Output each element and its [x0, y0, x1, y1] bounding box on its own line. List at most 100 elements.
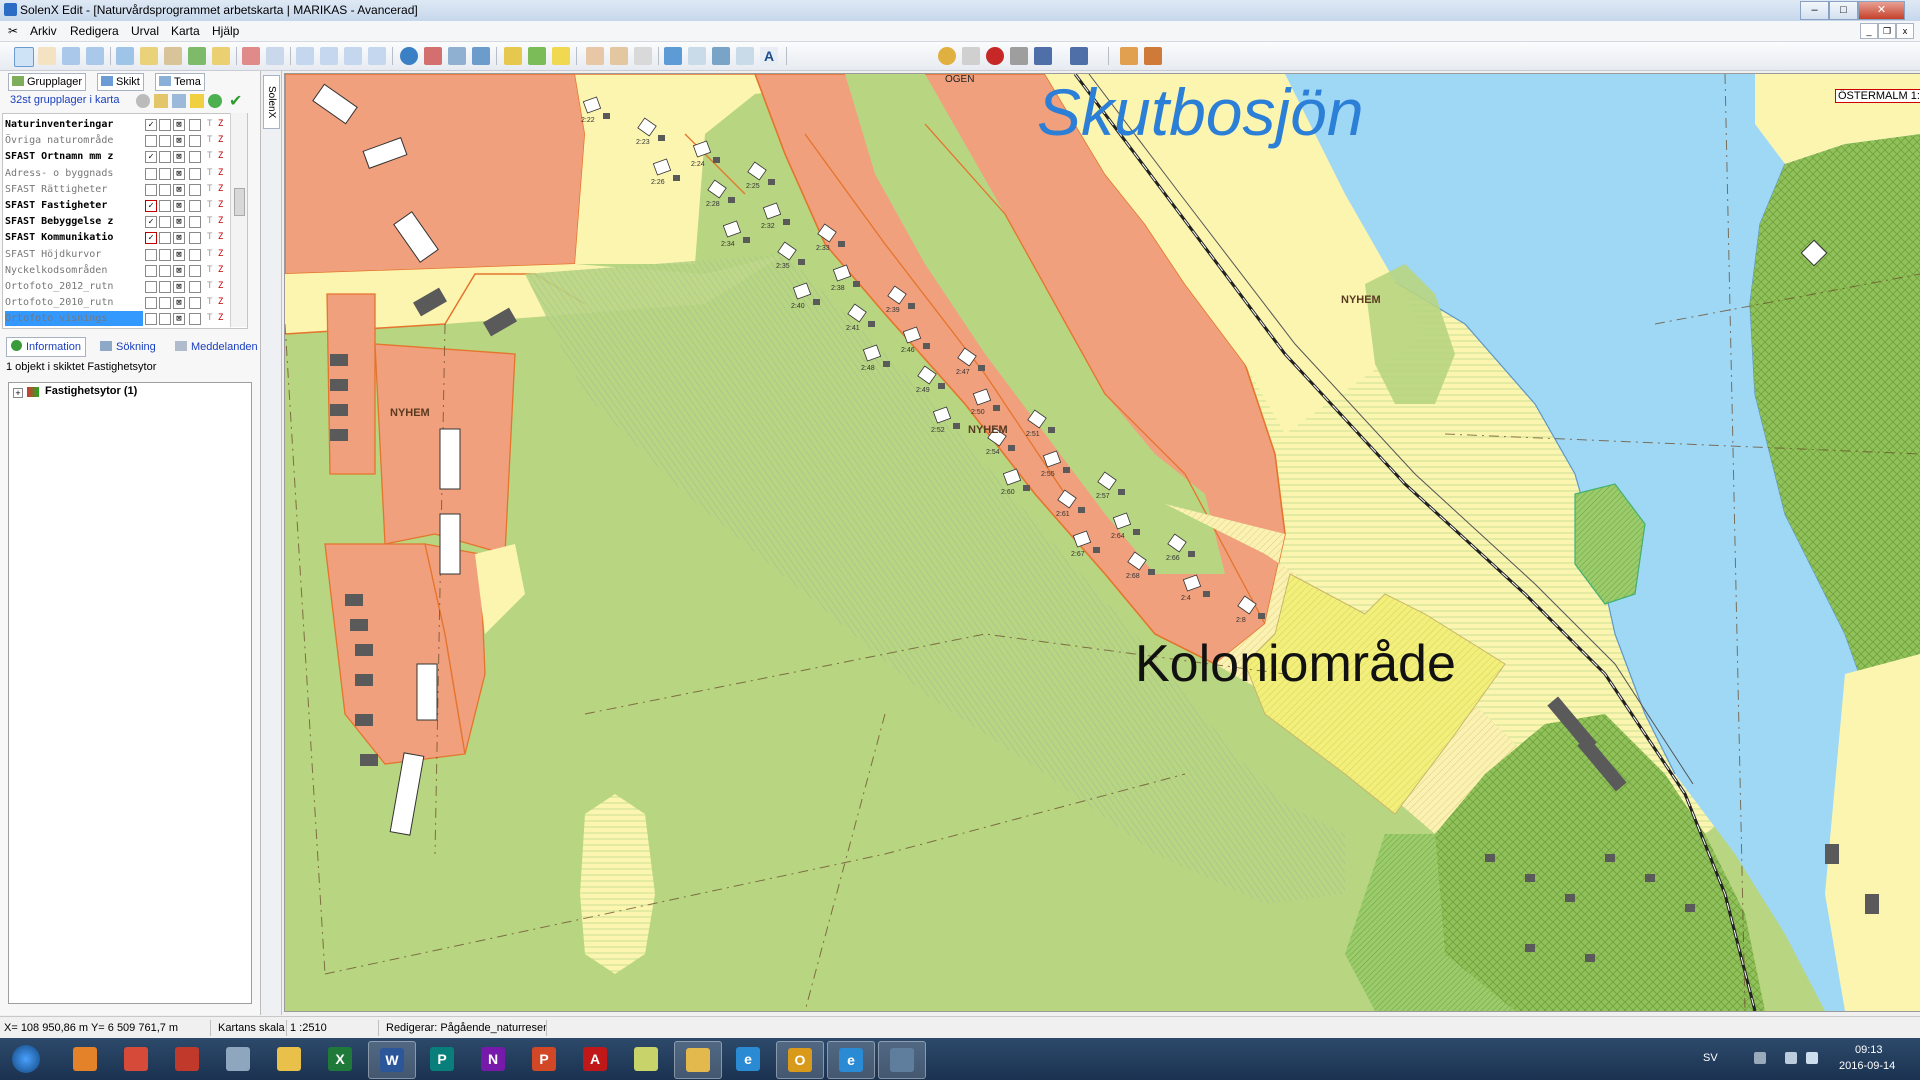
volume-icon[interactable] — [1806, 1052, 1818, 1064]
zoom-in-icon[interactable] — [62, 47, 80, 65]
option-checkbox[interactable] — [159, 216, 171, 229]
map-canvas[interactable]: Skutbosjön Koloniområde NYHEM NYHEM NYHE… — [284, 73, 1920, 1012]
lock-checkbox[interactable]: ⊠ — [173, 151, 185, 164]
lightning-filter-icon[interactable] — [190, 94, 204, 108]
taskbar-paint[interactable] — [266, 1041, 312, 1077]
layer-style-icon[interactable] — [938, 47, 956, 65]
option-checkbox[interactable] — [189, 119, 201, 131]
menu-karta[interactable]: Karta — [171, 24, 200, 38]
select-polygon-icon[interactable] — [320, 47, 338, 65]
fill-dropdown-icon[interactable] — [1034, 47, 1052, 65]
taskbar-internet-explorer[interactable]: e — [725, 1041, 771, 1077]
minimize-button[interactable]: – — [1800, 1, 1829, 20]
layer-row[interactable]: Ortofoto_2012_rutn ⊠ T Z — [3, 279, 247, 294]
option-checkbox[interactable] — [189, 232, 201, 245]
stop-icon[interactable] — [242, 47, 260, 65]
ruler-icon[interactable] — [140, 47, 158, 65]
layer-row[interactable]: Ortofoto visnings ⊠ T Z — [3, 311, 247, 327]
link-icon[interactable] — [448, 47, 466, 65]
menu-redigera[interactable]: Redigera — [70, 24, 119, 38]
edit-pencil-icon[interactable] — [504, 47, 522, 65]
taskbar-onenote[interactable]: N — [470, 1041, 516, 1077]
visible-checkbox[interactable] — [145, 297, 157, 310]
menu-hjalp[interactable]: Hjälp — [212, 24, 239, 38]
lock-checkbox[interactable]: ⊠ — [173, 248, 185, 261]
visible-checkbox[interactable] — [145, 135, 157, 148]
option-checkbox[interactable] — [159, 281, 171, 293]
lock-checkbox[interactable]: ⊠ — [173, 216, 185, 229]
taskbar-media-player[interactable] — [62, 1041, 108, 1077]
layer-row[interactable]: Övriga naturområde ⊠ T Z — [3, 133, 247, 148]
option-checkbox[interactable] — [189, 183, 201, 196]
route-icon[interactable] — [424, 47, 442, 65]
clock-date[interactable]: 2016-09-14 — [1839, 1060, 1895, 1072]
mdi-minimize-button[interactable]: _ — [1860, 23, 1878, 39]
language-indicator[interactable]: SV — [1703, 1052, 1718, 1064]
option-checkbox[interactable] — [159, 313, 171, 326]
visible-checkbox[interactable] — [145, 281, 157, 293]
node-edit-icon[interactable] — [586, 47, 604, 65]
lock-checkbox[interactable]: ⊠ — [173, 281, 185, 293]
option-checkbox[interactable] — [189, 297, 201, 310]
tab-skikt[interactable]: Skikt — [97, 73, 144, 91]
select-circle-icon[interactable] — [344, 47, 362, 65]
mdi-close-button[interactable]: x — [1896, 23, 1914, 39]
taskbar-powerpoint[interactable]: P — [521, 1041, 567, 1077]
delete-icon[interactable] — [1010, 47, 1028, 65]
eye-icon[interactable] — [136, 94, 150, 108]
taskbar-internet-explorer-2[interactable]: e — [827, 1041, 875, 1079]
taskbar-file-explorer[interactable] — [674, 1041, 722, 1079]
visible-checkbox[interactable]: ✓ — [145, 216, 157, 229]
option-checkbox[interactable] — [189, 281, 201, 293]
start-button[interactable] — [4, 1041, 48, 1077]
lock-checkbox[interactable]: ⊠ — [173, 232, 185, 245]
close-button[interactable]: ✕ — [1858, 1, 1905, 20]
option-checkbox[interactable] — [159, 248, 171, 261]
layer-row[interactable]: Adress- o byggnads ⊠ T Z — [3, 166, 247, 181]
layer-list-scrollbar[interactable] — [230, 113, 247, 327]
option-checkbox[interactable] — [189, 313, 201, 326]
taskbar-calculator[interactable] — [215, 1041, 261, 1077]
tag-filter-icon[interactable] — [154, 94, 168, 108]
draw-polygon-icon[interactable] — [712, 47, 730, 65]
lock-checkbox[interactable]: ⊠ — [173, 200, 185, 212]
maximize-button[interactable]: □ — [1829, 1, 1858, 20]
select-rect-icon[interactable] — [296, 47, 314, 65]
option-checkbox[interactable] — [189, 167, 201, 180]
fill-style-dropdown-icon[interactable] — [1070, 47, 1088, 65]
visible-checkbox[interactable]: ✓ — [145, 200, 157, 212]
layer-row[interactable]: SFAST Rättigheter ⊠ T Z — [3, 182, 247, 197]
taskbar-publisher[interactable]: P — [419, 1041, 465, 1077]
flag-icon[interactable] — [1785, 1052, 1797, 1064]
layer-row[interactable]: SFAST Kommunikatio ✓ ⊠ T Z — [3, 230, 247, 245]
zoom-out-icon[interactable] — [86, 47, 104, 65]
taskbar-chrome[interactable] — [113, 1041, 159, 1077]
layer-row[interactable]: SFAST Ortnamn mm z ✓ ⊠ T Z — [3, 149, 247, 164]
taskbar-acrobat[interactable]: A — [572, 1041, 618, 1077]
option-checkbox[interactable] — [189, 135, 201, 148]
visible-checkbox[interactable]: ✓ — [145, 151, 157, 164]
tab-sokning[interactable]: Sökning — [100, 339, 156, 355]
lock-checkbox[interactable]: ⊠ — [173, 313, 185, 326]
visible-checkbox[interactable] — [145, 264, 157, 277]
visible-checkbox[interactable]: ✓ — [145, 232, 157, 245]
draw-line-icon[interactable] — [688, 47, 706, 65]
menu-arkiv[interactable]: Arkiv — [30, 24, 57, 38]
lightning-icon[interactable] — [552, 47, 570, 65]
draw-shape-icon[interactable] — [736, 47, 754, 65]
select-arrow-icon[interactable] — [14, 47, 34, 67]
lock-checkbox[interactable]: ⊠ — [173, 297, 185, 310]
option-checkbox[interactable] — [159, 151, 171, 164]
apply-check-icon[interactable]: ✔ — [229, 91, 242, 111]
tab-information[interactable]: Information — [6, 337, 87, 357]
visible-checkbox[interactable] — [145, 313, 157, 326]
taskbar-outlook[interactable]: O — [776, 1041, 824, 1079]
option-checkbox[interactable] — [189, 216, 201, 229]
visible-checkbox[interactable] — [145, 248, 157, 261]
option-checkbox[interactable] — [159, 167, 171, 180]
option-checkbox[interactable] — [159, 297, 171, 310]
tag-icon[interactable] — [212, 47, 230, 65]
layer-row[interactable]: Nyckelkodsområden ⊠ T Z — [3, 263, 247, 278]
visible-checkbox[interactable] — [145, 183, 157, 196]
cursor-info-icon[interactable] — [962, 47, 980, 65]
